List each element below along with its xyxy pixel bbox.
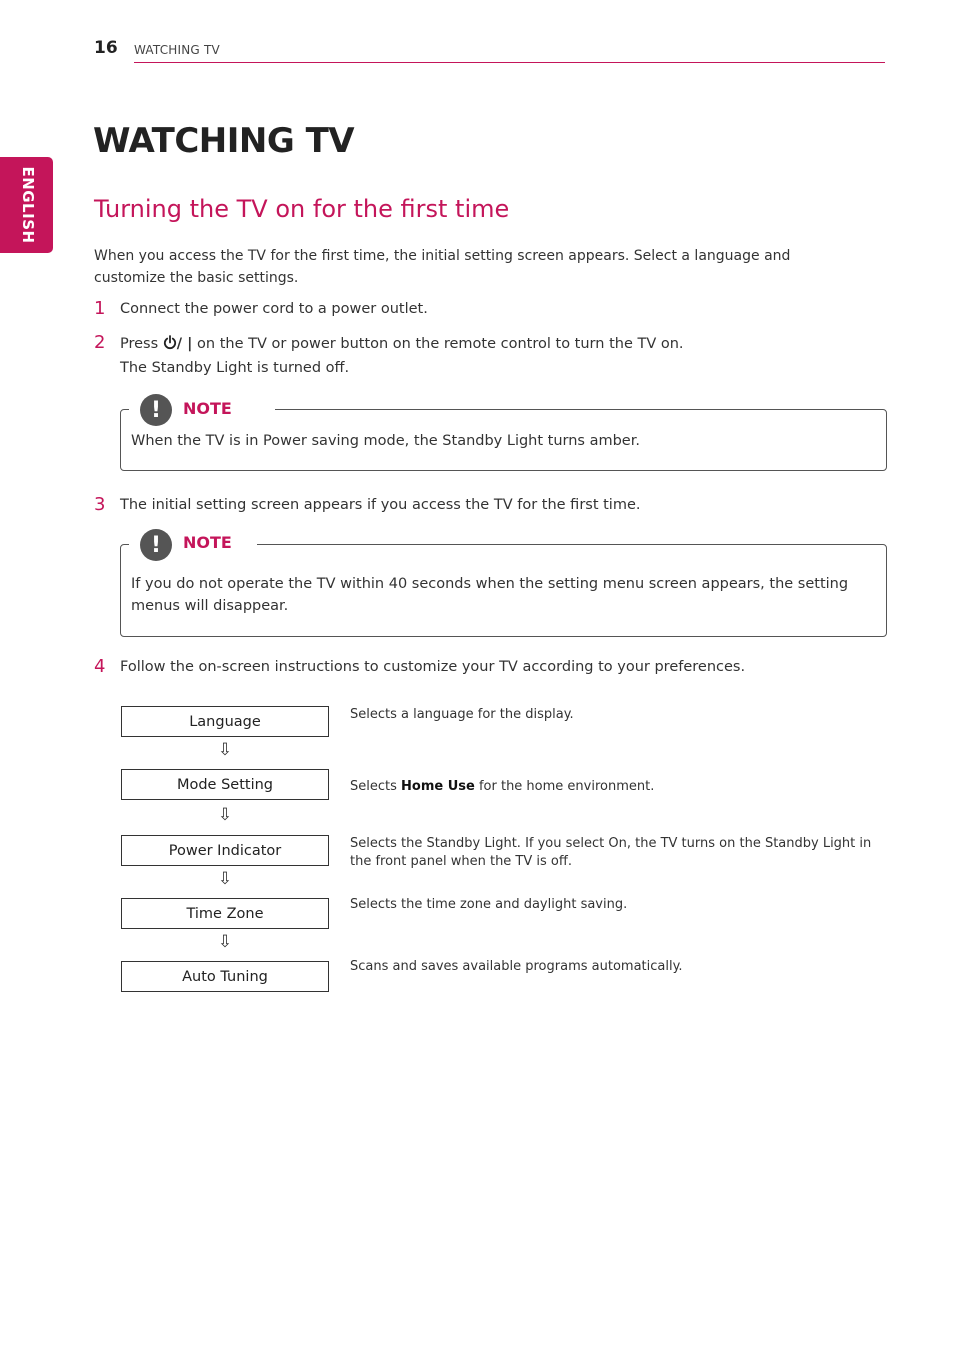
- step-text-after: on the TV or power button on the remote …: [197, 336, 684, 352]
- exclamation-icon: !: [140, 529, 172, 561]
- step-text: The initial setting screen appears if yo…: [120, 497, 641, 513]
- language-side-tab: ENGLISH: [0, 157, 53, 253]
- desc-bold: Home Use: [401, 779, 475, 794]
- intro-paragraph: When you access the TV for the first tim…: [94, 248, 791, 286]
- power-icon: [163, 335, 176, 350]
- step-text-line1: Press / | on the TV or power button on t…: [120, 335, 684, 352]
- step-number: 2: [94, 332, 106, 353]
- flow-desc-mode-setting: Selects Home Use for the home environmen…: [350, 778, 885, 796]
- flow-box-auto-tuning: Auto Tuning: [121, 961, 329, 992]
- down-arrow-icon: ⇩: [217, 932, 233, 952]
- note-text: If you do not operate the TV within 40 s…: [131, 576, 849, 614]
- flow-box-mode-setting: Mode Setting: [121, 769, 329, 800]
- desc-text: Selects: [350, 779, 402, 794]
- flow-desc-language: Selects a language for the display.: [350, 707, 574, 722]
- running-header: WATCHING TV: [134, 43, 220, 57]
- down-arrow-icon: ⇩: [217, 740, 233, 760]
- note-label: NOTE: [183, 399, 232, 418]
- flow-desc-time-zone: Selects the time zone and daylight savin…: [350, 897, 628, 912]
- step-number: 1: [94, 298, 106, 319]
- flow-desc-power-indicator: Selects the Standby Light. If you select…: [350, 836, 872, 869]
- flow-box-time-zone: Time Zone: [121, 898, 329, 929]
- down-arrow-icon: ⇩: [217, 805, 233, 825]
- power-symbol-suffix: / |: [176, 336, 193, 352]
- step-text-line2: The Standby Light is turned off.: [120, 360, 350, 376]
- page-title: WATCHING TV: [93, 121, 355, 161]
- down-arrow-icon: ⇩: [217, 869, 233, 889]
- language-side-tab-label: ENGLISH: [19, 166, 37, 244]
- note-label: NOTE: [183, 533, 232, 552]
- exclamation-icon: !: [140, 394, 172, 426]
- step-number: 3: [94, 494, 106, 515]
- step-number: 4: [94, 656, 106, 677]
- flow-box-language: Language: [121, 706, 329, 737]
- step-text-before: Press: [120, 336, 159, 352]
- note-text: When the TV is in Power saving mode, the…: [131, 433, 640, 449]
- page-number: 16: [94, 38, 118, 58]
- flow-desc-auto-tuning: Scans and saves available programs autom…: [350, 959, 683, 974]
- step-text: Connect the power cord to a power outlet…: [120, 301, 428, 317]
- section-title: Turning the TV on for the first time: [94, 195, 510, 223]
- header-rule: [134, 62, 885, 63]
- step-text: Follow the on-screen instructions to cus…: [120, 659, 746, 675]
- flow-box-power-indicator: Power Indicator: [121, 835, 329, 866]
- desc-text: for the home environment.: [474, 779, 655, 794]
